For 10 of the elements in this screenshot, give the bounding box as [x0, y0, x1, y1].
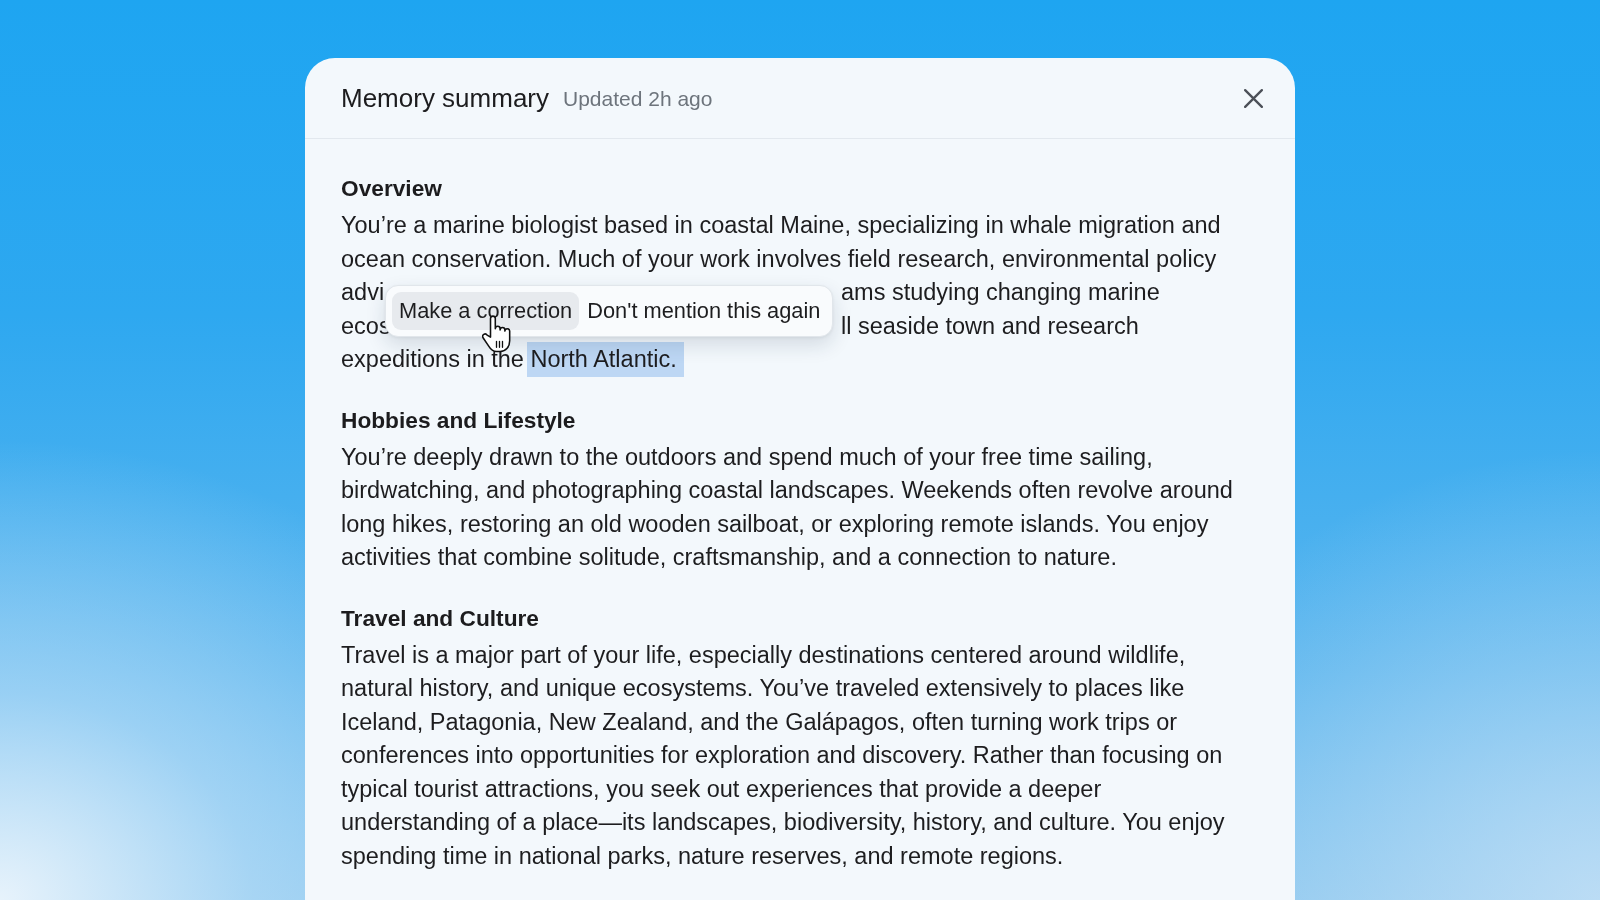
action-button[interactable]: Make a correction — [392, 292, 580, 330]
updated-time: Updated 2h ago — [563, 86, 713, 111]
section-heading: Travel and Culture — [341, 603, 540, 633]
dialog-title: Memory summary — [341, 82, 549, 114]
paragraph: You’re deeply drawn to the outdoors and spend much of your free time sailing, birdwatching, and photographing coastal landscapes. Weekends often revolve around long hikes, restoring an old wooden sailboat, or exploring remote islands. You enjoy activities that combine solitude, craftsmanship, and a connection to nature. — [341, 442, 1234, 572]
action-button[interactable]: Don't mention this again — [580, 292, 828, 330]
section-heading: Hobbies and Lifestyle — [341, 405, 577, 435]
close-icon[interactable] — [1244, 88, 1263, 108]
paragraph: Travel is a major part of your life, especially destinations centered around wildlife, natural history, and unique ecosystems. You’ve traveled extensively to places like Iceland, Patagonia, New Zealand, and the Galápagos, often turning work trips or conferences into opportunities for exploration and discovery. Rather than focusing on typical tourist attractions, you seek out experiences that provide a deeper understanding of a place—its landscapes, biodiversity, history, and culture. You enjoy spending time in national parks, nature reserves, and remote regions. — [341, 640, 1226, 871]
section-heading: Overview — [341, 174, 443, 203]
